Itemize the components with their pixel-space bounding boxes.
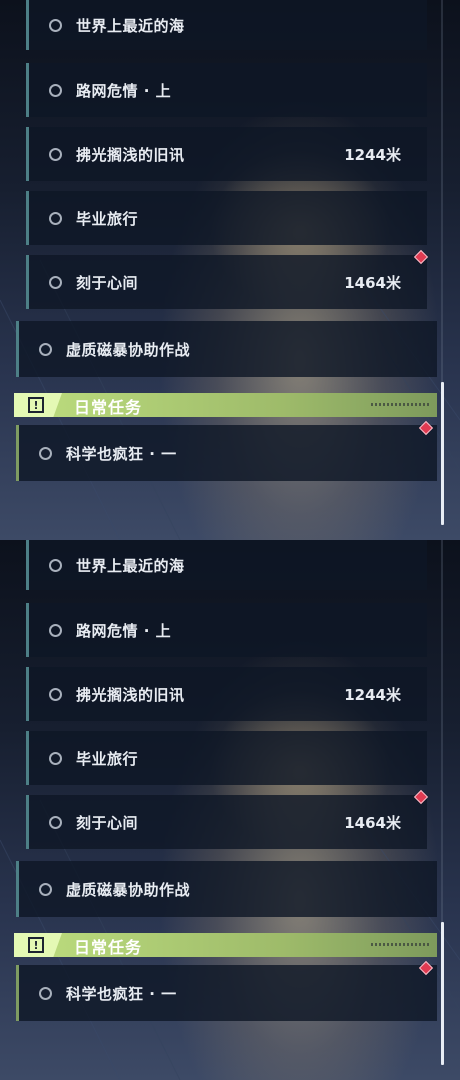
quest-distance: 1464米 [344,813,401,832]
quest-distance: 1244米 [344,145,401,164]
quest-title: 拂光搁浅的旧讯 [76,145,185,164]
quest-status-circle [49,83,62,97]
header-decoration [371,403,429,406]
quest-status-circle [49,558,62,572]
quest-title: 虚质磁暴协助作战 [66,340,191,359]
scrollbar-thumb[interactable] [441,922,444,1065]
quest-status-circle [49,751,62,765]
quest-title: 路网危情 · 上 [76,621,172,640]
quest-status-circle [39,446,52,460]
daily-quest-item[interactable]: 科学也疯狂 · 一 [16,425,437,481]
quest-item[interactable]: 世界上最近的海 [26,0,427,50]
quest-item[interactable]: 毕业旅行 [26,731,427,785]
quest-item[interactable]: 刻于心间 1464米 [26,255,427,309]
quest-status-circle [49,18,62,32]
quest-title: 科学也疯狂 · 一 [66,444,177,463]
quest-status-circle [49,211,62,225]
quest-status-circle [49,275,62,289]
quest-list-panel: 世界上最近的海 路网危情 · 上 拂光搁浅的旧讯 1244米 毕业旅行 刻于心间… [0,540,460,1080]
quest-distance: 1244米 [344,685,401,704]
exclamation-icon: ! [28,937,44,953]
quest-item[interactable]: 拂光搁浅的旧讯 1244米 [26,127,427,181]
quest-title: 世界上最近的海 [76,556,185,575]
quest-title: 刻于心间 [76,813,139,832]
quest-title: 路网危情 · 上 [76,81,172,100]
quest-status-circle [49,147,62,161]
quest-title: 世界上最近的海 [76,16,185,35]
quest-status-circle [39,882,52,896]
daily-quest-item[interactable]: 科学也疯狂 · 一 [16,965,437,1021]
header-title: 日常任务 [74,398,143,417]
quest-title: 毕业旅行 [76,749,139,768]
quest-item[interactable]: 路网危情 · 上 [26,603,427,657]
main-quest-item[interactable]: 虚质磁暴协助作战 [16,321,437,377]
main-quest-item[interactable]: 虚质磁暴协助作战 [16,861,437,917]
quest-status-circle [49,623,62,637]
quest-title: 科学也疯狂 · 一 [66,984,177,1003]
quest-item[interactable]: 毕业旅行 [26,191,427,245]
quest-list-panel: 世界上最近的海 路网危情 · 上 拂光搁浅的旧讯 1244米 毕业旅行 刻于心间… [0,0,460,540]
quest-title: 虚质磁暴协助作战 [66,880,191,899]
header-title: 日常任务 [74,938,143,957]
quest-item[interactable]: 世界上最近的海 [26,540,427,590]
quest-status-circle [49,815,62,829]
quest-item[interactable]: 路网危情 · 上 [26,63,427,117]
quest-status-circle [49,687,62,701]
quest-title: 拂光搁浅的旧讯 [76,685,185,704]
scrollbar-thumb[interactable] [441,382,444,525]
quest-item[interactable]: 拂光搁浅的旧讯 1244米 [26,667,427,721]
header-decoration [371,943,429,946]
quest-title: 刻于心间 [76,273,139,292]
quest-title: 毕业旅行 [76,209,139,228]
quest-item[interactable]: 刻于心间 1464米 [26,795,427,849]
quest-distance: 1464米 [344,273,401,292]
daily-quests-header: ! 日常任务 [14,393,437,417]
quest-status-circle [39,986,52,1000]
quest-status-circle [39,342,52,356]
exclamation-icon: ! [28,397,44,413]
daily-quests-header: ! 日常任务 [14,933,437,957]
